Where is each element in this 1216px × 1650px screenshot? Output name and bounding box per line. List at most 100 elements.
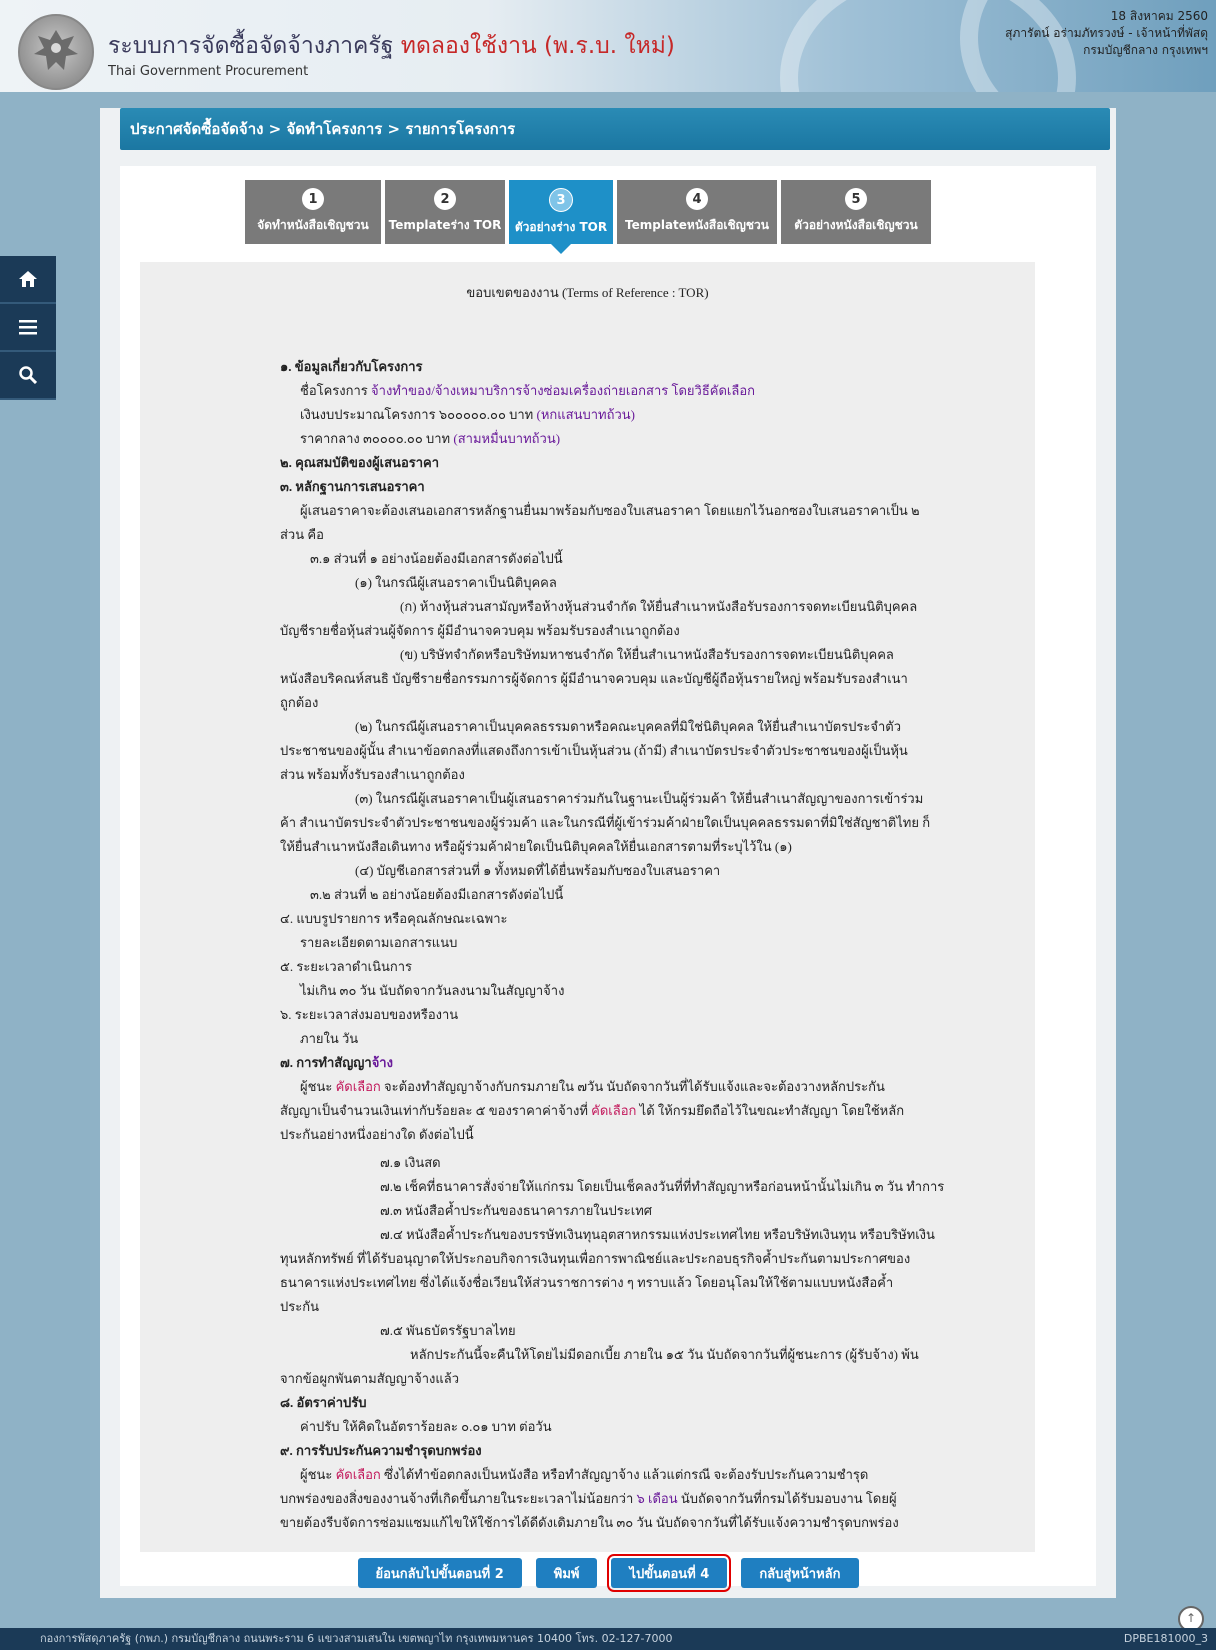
step-number: 3	[549, 188, 573, 212]
doc-line: (๓) ในกรณีผู้เสนอราคาเป็นผู้เสนอราคาร่วม…	[355, 791, 924, 806]
doc-line: ๗.๒ เช็คที่ธนาคารสั่งจ่ายให้แก่กรม โดยเป…	[380, 1179, 945, 1194]
content-panel: 1 จัดทำหนังสือเชิญชวน 2 Templateร่าง TOR…	[120, 166, 1096, 1592]
doc-line: ค่าปรับ ให้คิดในอัตราร้อยละ ๐.๐๑ บาท ต่อ…	[300, 1419, 552, 1434]
doc-line: (ข) บริษัทจำกัดหรือบริษัทมหาชนจำกัด ให้ย…	[400, 647, 894, 662]
system-title-beta: ทดลองใช้งาน (พ.ร.บ. ใหม่)	[400, 33, 675, 59]
doc-line: ๗.๓ หนังสือค้ำประกันของธนาคารภายในประเทศ	[380, 1203, 653, 1218]
doc-line: ส่วน คือ	[280, 527, 324, 542]
doc-line: ๘. อัตราค่าปรับ	[280, 1395, 367, 1410]
doc-text: ชื่อโครงการ	[300, 383, 368, 398]
doc-highlight: คัดเลือก	[335, 1467, 381, 1482]
user-info: 18 สิงหาคม 2560 สุภารัตน์ อร่ามภัทรวงษ์ …	[1005, 8, 1208, 59]
doc-line: ประกันอย่างหนึ่งอย่างใด ดังต่อไปนี้	[280, 1127, 474, 1142]
doc-line: ๗.๕ พันธบัตรรัฐบาลไทย	[380, 1323, 516, 1338]
step-4[interactable]: 4 Templateหนังสือเชิญชวน	[617, 180, 777, 244]
doc-text: ซึ่งได้ทำข้อตกลงเป็นหนังสือ หรือทำสัญญาจ…	[384, 1467, 869, 1482]
doc-line: ราคากลาง ๓๐๐๐๐.๐๐ บาท (สามหมื่นบาทถ้วน)	[300, 428, 560, 449]
doc-line: ๒. คุณสมบัติของผู้เสนอราคา	[280, 455, 440, 470]
doc-line: เงินงบประมาณโครงการ ๖๐๐๐๐๐.๐๐ บาท (หกแสน…	[300, 404, 635, 425]
doc-line: ถูกต้อง	[280, 695, 319, 710]
menu-icon[interactable]	[0, 304, 56, 352]
doc-text: ผู้ชนะ	[300, 1079, 333, 1094]
doc-line: บกพร่องของสิ่งของงานจ้างที่เกิดขึ้นภายใน…	[280, 1488, 897, 1509]
step-wizard: 1 จัดทำหนังสือเชิญชวน 2 Templateร่าง TOR…	[245, 180, 931, 254]
home-icon[interactable]	[0, 256, 56, 304]
step-number: 5	[845, 188, 867, 210]
doc-line: ๔. แบบรูปรายการ หรือคุณลักษณะเฉพาะ	[280, 911, 508, 926]
step-label: ตัวอย่างหนังสือเชิญชวน	[794, 218, 918, 232]
doc-line: ขายต้องรีบจัดการซ่อมแซมแก้ไขให้ใช้การได้…	[280, 1515, 899, 1530]
step-number: 1	[302, 188, 324, 210]
doc-line: ให้ยื่นสำเนาหนังสือเดินทาง หรือผู้ร่วมค้…	[280, 839, 792, 854]
doc-text: จะต้องทำสัญญาจ้างกับกรมภายใน ๗วัน นับถัด…	[384, 1079, 885, 1094]
doc-line: ประชาชนของผู้นั้น สำเนาข้อตกลงที่แสดงถึง…	[280, 743, 908, 758]
doc-highlight: คัดเลือก	[591, 1103, 637, 1118]
doc-line: (๔) บัญชีเอกสารส่วนที่ ๑ ทั้งหมดที่ได้ยื…	[355, 863, 721, 878]
doc-text: เงินงบประมาณโครงการ ๖๐๐๐๐๐.๐๐ บาท	[300, 407, 534, 422]
doc-text: บกพร่องของสิ่งของงานจ้างที่เกิดขึ้นภายใน…	[280, 1491, 634, 1506]
doc-highlight: ๖ เดือน	[636, 1491, 678, 1506]
doc-text: ผู้ชนะ	[300, 1467, 333, 1482]
doc-line: ไม่เกิน ๓๐ วัน นับถัดจากวันลงนามในสัญญาจ…	[300, 983, 565, 998]
doc-line: (ก) ห้างหุ้นส่วนสามัญหรือห้างหุ้นส่วนจำก…	[400, 599, 918, 614]
doc-line: (๑) ในกรณีผู้เสนอราคาเป็นนิติบุคคล	[355, 575, 557, 590]
app-header: ระบบการจัดซื้อจัดจ้างภาครัฐ ทดลองใช้งาน …	[0, 0, 1216, 92]
doc-text: ได้ ให้กรมยึดถือไว้ในขณะทำสัญญา โดยใช้หล…	[639, 1103, 905, 1118]
doc-line: รายละเอียดตามเอกสารแนบ	[300, 935, 458, 950]
step-2[interactable]: 2 Templateร่าง TOR	[385, 180, 505, 244]
doc-text: นับถัดจากวันที่กรมได้รับมอบงาน โดยผู้	[680, 1491, 897, 1506]
step-number: 4	[686, 188, 708, 210]
main-content: ประกาศจัดซื้อจัดจ้าง > จัดทำโครงการ > รา…	[100, 108, 1116, 1598]
doc-line: ผู้ชนะ คัดเลือก ซึ่งได้ทำข้อตกลงเป็นหนัง…	[300, 1464, 868, 1485]
doc-line: ประกัน	[280, 1299, 319, 1314]
doc-line: (๒) ในกรณีผู้เสนอราคาเป็นบุคคลธรรมดาหรือ…	[355, 719, 902, 734]
step-label: Templateร่าง TOR	[388, 218, 502, 232]
doc-line: หนังสือบริคณห์สนธิ บัญชีรายชื่อกรรมการผู…	[280, 671, 908, 686]
doc-line: บัญชีรายชื่อหุ้นส่วนผู้จัดการ ผู้มีอำนาจ…	[280, 623, 680, 638]
doc-line: ผู้ชนะ คัดเลือก จะต้องทำสัญญาจ้างกับกรมภ…	[300, 1076, 885, 1097]
garuda-logo	[18, 14, 94, 90]
budget-text: (หกแสนบาทถ้วน)	[536, 407, 635, 422]
doc-line: สัญญาเป็นจำนวนเงินเท่ากับร้อยละ ๕ ของราค…	[280, 1100, 904, 1121]
app-footer: กองการพัสดุภาครัฐ (กพภ.) กรมบัญชีกลาง ถน…	[0, 1628, 1216, 1650]
doc-line: ส่วน พร้อมทั้งรับรองสำเนาถูกต้อง	[280, 767, 465, 782]
doc-line: ๓. หลักฐานการเสนอราคา	[280, 479, 425, 494]
side-nav	[0, 256, 56, 400]
doc-line: ทุนหลักทรัพย์ ที่ได้รับอนุญาตให้ประกอบกิ…	[280, 1251, 911, 1266]
doc-line: ๓.๒ ส่วนที่ ๒ อย่างน้อยต้องมีเอกสารดังต่…	[310, 887, 564, 902]
doc-line: ๕. ระยะเวลาดำเนินการ	[280, 959, 413, 974]
user-org: กรมบัญชีกลาง กรุงเทพฯ	[1083, 43, 1208, 57]
page-code: DPBE181000_3	[1123, 1632, 1208, 1645]
doc-line: ๗. การทำสัญญาจ้าง	[280, 1052, 393, 1073]
doc-line: ๙. การรับประกันความชำรุดบกพร่อง	[280, 1443, 482, 1458]
median-price-text: (สามหมื่นบาทถ้วน)	[453, 431, 561, 446]
doc-line: ๖. ระยะเวลาส่งมอบของหรืองาน	[280, 1007, 459, 1022]
current-date: 18 สิงหาคม 2560	[1110, 9, 1208, 23]
doc-line: ๗.๔ หนังสือค้ำประกันของบรรษัทเงินทุนอุตส…	[380, 1227, 935, 1242]
step-1[interactable]: 1 จัดทำหนังสือเชิญชวน	[245, 180, 381, 244]
doc-line: ๑. ข้อมูลเกี่ยวกับโครงการ	[280, 359, 423, 374]
doc-line: ค้า สำเนาบัตรประจำตัวประชาชนของผู้ร่วมค้…	[280, 815, 931, 830]
system-title-main: ระบบการจัดซื้อจัดจ้างภาครัฐ	[108, 33, 394, 59]
doc-text: ๗. การทำสัญญา	[280, 1055, 372, 1070]
system-title: ระบบการจัดซื้อจัดจ้างภาครัฐ ทดลองใช้งาน …	[108, 28, 675, 64]
footer-address: กองการพัสดุภาครัฐ (กพภ.) กรมบัญชีกลาง ถน…	[40, 1632, 673, 1645]
system-subtitle: Thai Government Procurement	[108, 64, 309, 79]
step-3[interactable]: 3 ตัวอย่างร่าง TOR	[509, 180, 613, 254]
step-5[interactable]: 5 ตัวอย่างหนังสือเชิญชวน	[781, 180, 931, 244]
doc-text: สัญญาเป็นจำนวนเงินเท่ากับร้อยละ ๕ ของราค…	[280, 1103, 588, 1118]
search-icon[interactable]	[0, 352, 56, 400]
back-to-step-2-button[interactable]: ย้อนกลับไปขั้นตอนที่ 2	[357, 1558, 522, 1588]
doc-line: หลักประกันนี้จะคืนให้โดยไม่มีดอกเบี้ย ภา…	[410, 1347, 919, 1362]
step-label: Templateหนังสือเชิญชวน	[625, 218, 769, 232]
next-to-step-4-button[interactable]: ไปขั้นตอนที่ 4	[607, 1554, 732, 1592]
doc-highlight: จ้าง	[371, 1055, 393, 1070]
doc-line: ๓.๑ ส่วนที่ ๑ อย่างน้อยต้องมีเอกสารดังต่…	[310, 551, 563, 566]
print-button[interactable]: พิมพ์	[535, 1558, 598, 1588]
doc-line: ธนาคารแห่งประเทศไทย ซึ่งได้แจ้งชื่อเวียน…	[280, 1275, 894, 1290]
doc-line: จากข้อผูกพันตามสัญญาจ้างแล้ว	[280, 1371, 460, 1386]
step-label: จัดทำหนังสือเชิญชวน	[257, 218, 369, 232]
doc-highlight: คัดเลือก	[335, 1079, 381, 1094]
action-buttons: ย้อนกลับไปขั้นตอนที่ 2 พิมพ์ ไปขั้นตอนที…	[120, 1554, 1096, 1592]
back-to-home-button[interactable]: กลับสู่หน้าหลัก	[741, 1558, 859, 1588]
